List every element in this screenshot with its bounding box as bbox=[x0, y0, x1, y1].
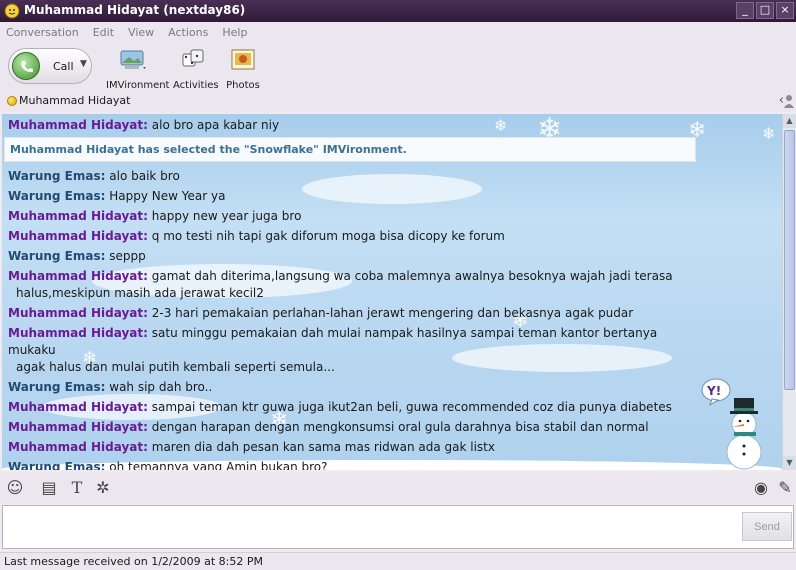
call-button[interactable]: Call ▼ bbox=[8, 48, 92, 84]
photos-icon bbox=[231, 49, 255, 70]
online-status-icon bbox=[7, 96, 17, 106]
message: Muhammad Hidayat: q mo testi nih tapi ga… bbox=[8, 228, 708, 245]
formatting-toolbar: ☺ ▤ T ✲ ◉ ✎ bbox=[0, 472, 796, 504]
imvironment-icon bbox=[120, 50, 146, 69]
message-sender: Warung Emas: bbox=[8, 380, 106, 394]
yahoo-badge-text: Y! bbox=[706, 384, 721, 398]
message: Warung Emas: wah sip dah bro.. bbox=[8, 379, 708, 396]
text-format-icon[interactable]: T bbox=[66, 477, 88, 499]
message: Warung Emas: alo baik bro bbox=[8, 168, 708, 185]
message: Muhammad Hidayat: maren dia dah pesan ka… bbox=[8, 439, 708, 456]
message: Muhammad Hidayat: dengan harapan dengan … bbox=[8, 419, 708, 436]
photos-button[interactable]: Photos bbox=[225, 48, 261, 91]
photos-label: Photos bbox=[226, 80, 260, 91]
message-sender: Muhammad Hidayat: bbox=[8, 269, 148, 283]
contact-bar: Muhammad Hidayat ‹ bbox=[0, 92, 796, 112]
message: Muhammad Hidayat: satu minggu pemakaian … bbox=[8, 325, 708, 376]
contact-person-icon[interactable] bbox=[784, 94, 794, 108]
webcam-icon[interactable]: ◉ bbox=[750, 477, 772, 499]
contact-name: Muhammad Hidayat bbox=[19, 94, 131, 107]
title-bar: Muhammad Hidayat (nextday86) _ □ × bbox=[0, 0, 796, 22]
message-sender: Muhammad Hidayat: bbox=[8, 440, 148, 454]
conversation-scrollbar[interactable]: ▲ ▼ bbox=[782, 114, 796, 470]
message-sender: Warung Emas: bbox=[8, 460, 106, 470]
call-label: Call bbox=[53, 60, 74, 73]
menu-view[interactable]: View bbox=[128, 22, 162, 44]
message: Muhammad Hidayat: 2-3 hari pemakaian per… bbox=[8, 305, 708, 322]
message-text: dengan harapan dengan mengkonsumsi oral … bbox=[151, 420, 649, 434]
close-button[interactable]: × bbox=[776, 2, 794, 19]
message-sender: Muhammad Hidayat: bbox=[8, 229, 148, 243]
message: Muhammad Hidayat: sampai teman ktr guwa … bbox=[8, 399, 708, 416]
imvironment-label: IMVironment bbox=[106, 80, 170, 91]
message-sender: Warung Emas: bbox=[8, 249, 106, 263]
message: Warung Emas: oh temannya yang Amin bukan… bbox=[8, 459, 708, 470]
attachment-icon[interactable]: ✎ bbox=[774, 477, 796, 499]
phone-icon bbox=[12, 52, 40, 80]
window-title: Muhammad Hidayat (nextday86) bbox=[24, 3, 246, 17]
send-button[interactable]: Send bbox=[742, 512, 792, 541]
dice-icon bbox=[182, 49, 204, 67]
activities-label: Activities bbox=[173, 80, 219, 91]
scroll-up-icon[interactable]: ▲ bbox=[783, 114, 796, 128]
message-text: wah sip dah bro.. bbox=[109, 380, 213, 394]
toolbar: Call ▼ IMVironment Activities Photos bbox=[0, 44, 796, 92]
message-text: gamat dah diterima,langsung wa coba male… bbox=[151, 269, 673, 283]
scroll-down-icon[interactable]: ▼ bbox=[783, 456, 796, 470]
message: Muhammad Hidayat: happy new year juga br… bbox=[8, 208, 708, 225]
message-continuation: agak halus dan mulai putih kembali seper… bbox=[16, 360, 335, 374]
message-list: Muhammad Hidayat: alo bro apa kabar niy … bbox=[4, 117, 708, 470]
message-sender: Muhammad Hidayat: bbox=[8, 306, 148, 320]
message-text: alo baik bro bbox=[109, 169, 180, 183]
snowman-icon: Y! bbox=[701, 378, 762, 470]
message-text: maren dia dah pesan kan sama mas ridwan … bbox=[151, 440, 495, 454]
message-text: sampai teman ktr guwa juga ikut2an beli,… bbox=[151, 400, 672, 414]
imvironment-button[interactable]: IMVironment bbox=[106, 48, 170, 91]
message-continuation: halus,meskipun masih ada jerawat kecil2 bbox=[16, 286, 264, 300]
message-sender: Warung Emas: bbox=[8, 189, 106, 203]
message-sender: Muhammad Hidayat: bbox=[8, 209, 148, 223]
activities-button[interactable]: Activities bbox=[173, 48, 219, 91]
message-text: oh temannya yang Amin bukan bro? bbox=[109, 460, 328, 470]
window-controls: _ □ × bbox=[736, 2, 794, 19]
message: Muhammad Hidayat: gamat dah diterima,lan… bbox=[8, 268, 708, 302]
message-input[interactable] bbox=[2, 505, 794, 549]
system-notice: Muhammad Hidayat has selected the "Snowf… bbox=[4, 137, 696, 162]
status-bar: Last message received on 1/2/2009 at 8:5… bbox=[0, 552, 796, 570]
message-sender: Warung Emas: bbox=[8, 169, 106, 183]
menu-help[interactable]: Help bbox=[222, 22, 255, 44]
snowflake-icon: ❄ bbox=[762, 124, 776, 143]
message-text: seppp bbox=[109, 249, 146, 263]
maximize-button[interactable]: □ bbox=[756, 2, 774, 19]
message: Warung Emas: seppp bbox=[8, 248, 708, 265]
message-sender: Muhammad Hidayat: bbox=[8, 326, 148, 340]
audible-icon[interactable]: ▤ bbox=[38, 477, 60, 499]
message-text: Happy New Year ya bbox=[109, 189, 226, 203]
conversation-pane[interactable]: ❄ ❄ ❄ ❄ ❄ ❄ ❄ Muhammad Hidayat: alo bro … bbox=[2, 114, 782, 470]
menu-edit[interactable]: Edit bbox=[93, 22, 122, 44]
message: Warung Emas: Happy New Year ya bbox=[8, 188, 708, 205]
message-text: 2-3 hari pemakaian perlahan-lahan jerawt… bbox=[151, 306, 634, 320]
buzz-icon[interactable]: ✲ bbox=[92, 477, 114, 499]
minimize-button[interactable]: _ bbox=[736, 2, 754, 19]
message-text: alo bro apa kabar niy bbox=[151, 118, 280, 132]
scrollbar-thumb[interactable] bbox=[784, 130, 795, 390]
yahoo-messenger-icon bbox=[4, 3, 20, 19]
message: Muhammad Hidayat: alo bro apa kabar niy bbox=[8, 117, 708, 134]
menu-bar: Conversation Edit View Actions Help bbox=[0, 22, 796, 44]
message-sender: Muhammad Hidayat: bbox=[8, 400, 148, 414]
message-text: happy new year juga bro bbox=[151, 209, 302, 223]
chevron-down-icon[interactable]: ▼ bbox=[80, 59, 87, 69]
status-text: Last message received on 1/2/2009 at 8:5… bbox=[4, 555, 263, 568]
message-sender: Muhammad Hidayat: bbox=[8, 118, 148, 132]
message-text: q mo testi nih tapi gak diforum moga bis… bbox=[151, 229, 505, 243]
emoticon-icon[interactable]: ☺ bbox=[4, 477, 26, 499]
menu-conversation[interactable]: Conversation bbox=[6, 22, 87, 44]
menu-actions[interactable]: Actions bbox=[168, 22, 216, 44]
message-sender: Muhammad Hidayat: bbox=[8, 420, 148, 434]
